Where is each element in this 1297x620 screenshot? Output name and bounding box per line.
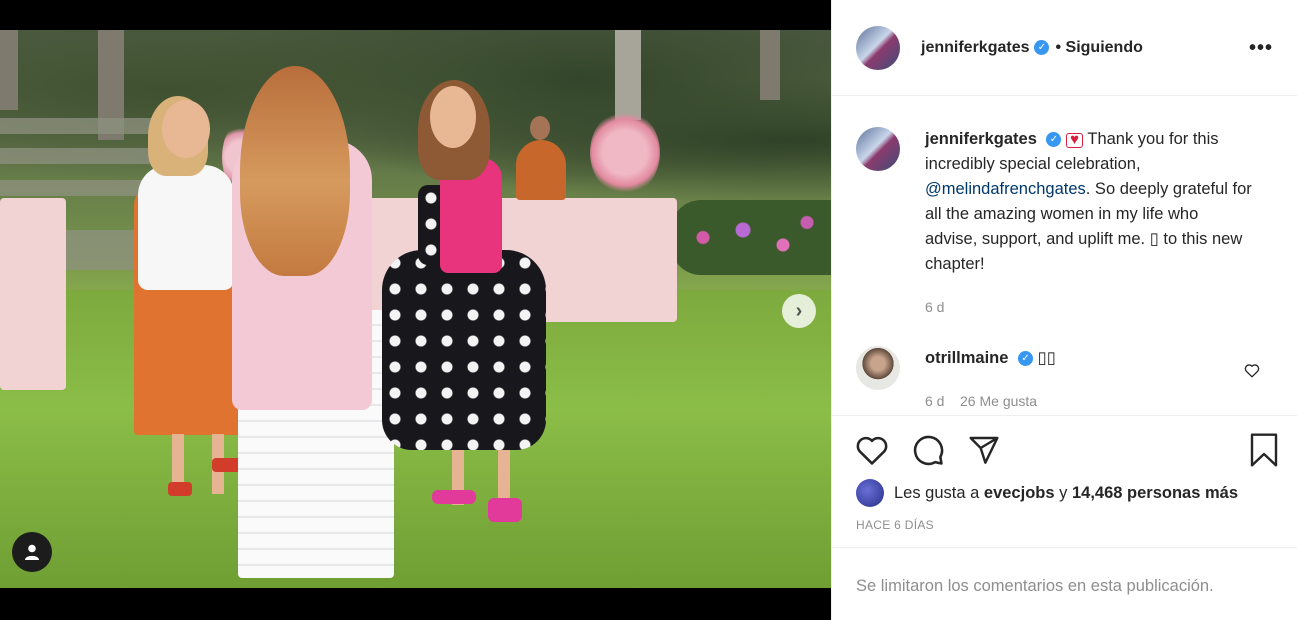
caption-time: 6 d: [925, 299, 945, 315]
author-username[interactable]: jenniferkgates: [921, 39, 1029, 57]
flower-bed: [671, 200, 831, 275]
following-button[interactable]: • Siguiendo: [1055, 39, 1142, 57]
stone-step: [0, 118, 170, 134]
caption-username[interactable]: jenniferkgates: [925, 130, 1037, 148]
liker-avatar[interactable]: [856, 479, 884, 507]
likes-middle: y: [1059, 483, 1068, 502]
post-photo[interactable]: [0, 30, 831, 588]
author-avatar[interactable]: [856, 127, 900, 171]
leg: [498, 450, 510, 505]
comment-item: otrillmaine ✓ ▯▯ 6 d 26 Me gusta: [856, 346, 1274, 414]
caption: jenniferkgates ✓ ♥ Thank you for this in…: [856, 127, 1274, 320]
polka-dot-skirt: [382, 250, 546, 450]
tree-trunk: [615, 30, 641, 120]
likes-prefix: Les gusta a: [894, 483, 980, 502]
comment-body: otrillmaine ✓ ▯▯ 6 d 26 Me gusta: [925, 346, 1255, 414]
tree-trunk: [760, 30, 780, 100]
heart-icon: [1244, 364, 1260, 378]
caption-body: jenniferkgates ✓ ♥ Thank you for this in…: [925, 127, 1255, 320]
more-options-icon[interactable]: •••: [1249, 38, 1273, 58]
save-button[interactable]: [1244, 432, 1284, 468]
chevron-right-icon: ›: [795, 299, 803, 322]
user-tag-icon: [25, 544, 39, 560]
bookmark-icon: [1250, 433, 1278, 467]
comment-button[interactable]: [908, 432, 948, 468]
face: [430, 86, 476, 148]
likes-summary: Les gusta a evecjobs y 14,468 personas m…: [856, 479, 1276, 507]
comment-meta: 6 d 26 Me gusta: [925, 393, 1038, 409]
action-icons: [856, 432, 1278, 468]
background-person: [516, 140, 566, 200]
commenter-avatar[interactable]: [856, 346, 900, 390]
comments-list[interactable]: jenniferkgates ✓ ♥ Thank you for this in…: [832, 97, 1297, 415]
stone-step: [0, 148, 170, 164]
pink-shoe: [432, 490, 476, 504]
white-cardigan: [138, 165, 234, 290]
flower-arrangement: [590, 110, 660, 195]
post-actions: Les gusta a evecjobs y 14,468 personas m…: [832, 415, 1297, 545]
comments-disabled-notice: Se limitaron los comentarios en esta pub…: [832, 547, 1297, 620]
face: [162, 100, 210, 158]
pink-tablecloth-table: [0, 198, 66, 390]
liker-username[interactable]: evecjobs: [984, 484, 1055, 503]
red-shoe: [168, 482, 192, 496]
pink-shoe: [488, 498, 522, 522]
heart-icon: [856, 436, 888, 465]
comment-icon: [913, 435, 944, 466]
verified-badge-icon: ✓: [1018, 351, 1034, 367]
post-header: jenniferkgates ✓ • Siguiendo •••: [832, 0, 1297, 96]
author-avatar[interactable]: [856, 25, 900, 70]
tagged-users-button[interactable]: [12, 532, 52, 572]
long-hair: [240, 66, 350, 276]
like-button[interactable]: [852, 432, 892, 468]
share-button[interactable]: [964, 432, 1004, 468]
share-icon: [969, 436, 999, 464]
comment-text: ▯▯: [1037, 349, 1056, 367]
comment-username[interactable]: otrillmaine: [925, 349, 1008, 367]
tree-trunk: [0, 30, 18, 110]
verified-badge-icon: ✓: [1046, 132, 1062, 148]
caption-mention[interactable]: @melindafrenchgates: [925, 180, 1086, 198]
verified-badge-icon: ✓: [1034, 40, 1050, 55]
background-person-head: [530, 116, 550, 140]
likes-count[interactable]: 14,468 personas más: [1072, 484, 1238, 503]
post-sidebar: jenniferkgates ✓ • Siguiendo ••• jennife…: [831, 0, 1297, 620]
heart-emoji-icon: ♥: [1066, 132, 1084, 148]
post-date[interactable]: HACE 6 DÍAS: [856, 518, 1276, 532]
next-photo-button[interactable]: ›: [782, 294, 816, 328]
like-comment-button[interactable]: [1244, 363, 1260, 383]
